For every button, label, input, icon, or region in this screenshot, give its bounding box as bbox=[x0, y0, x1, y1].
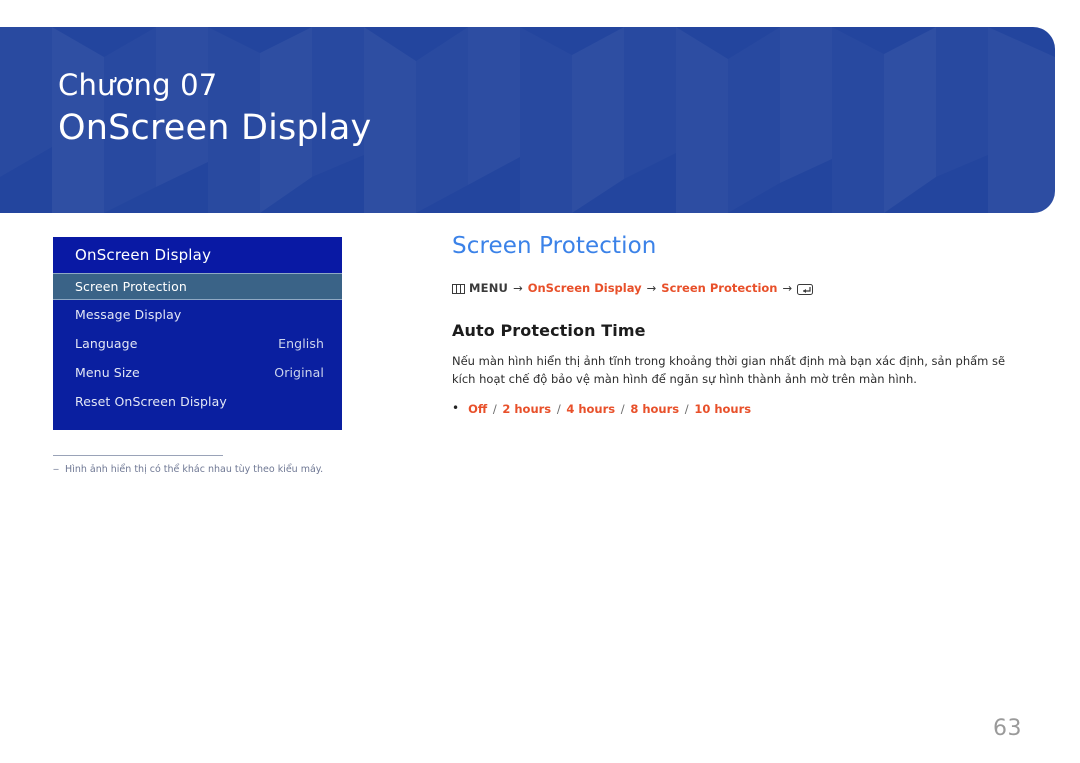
bullet-icon: • bbox=[452, 401, 460, 416]
osd-row-language[interactable]: Language English bbox=[53, 329, 342, 358]
breadcrumb-menu-label: MENU bbox=[469, 281, 509, 296]
osd-row-value: English bbox=[278, 336, 324, 351]
option-values: Off / 2 hours / 4 hours / 8 hours / 10 h… bbox=[468, 401, 751, 417]
chapter-banner: Chương 07 OnScreen Display bbox=[0, 27, 1055, 213]
option-value-8-hours[interactable]: 8 hours bbox=[630, 402, 679, 416]
option-separator: / bbox=[684, 402, 689, 417]
osd-row-label: Menu Size bbox=[75, 365, 140, 380]
chapter-label: Chương 07 bbox=[58, 68, 218, 102]
content-column: Screen Protection MENU → OnScreen Displa… bbox=[452, 233, 1032, 418]
body-paragraph: Nếu màn hình hiển thị ảnh tĩnh trong kho… bbox=[452, 353, 1006, 386]
breadcrumb-arrow-3: → bbox=[782, 281, 793, 296]
breadcrumb-arrow-1: → bbox=[513, 281, 523, 296]
option-separator: / bbox=[620, 402, 625, 417]
footnote-text: Hình ảnh hiển thị có thể khác nhau tùy t… bbox=[65, 464, 324, 475]
breadcrumb: MENU → OnScreen Display → Screen Protect… bbox=[452, 283, 1032, 295]
option-value-off[interactable]: Off bbox=[468, 402, 487, 416]
osd-row-menu-size[interactable]: Menu Size Original bbox=[53, 358, 342, 387]
footnote-block: ‒ Hình ảnh hiển thị có thể khác nhau tùy… bbox=[53, 455, 383, 477]
breadcrumb-arrow-2: → bbox=[646, 281, 657, 296]
option-value-10-hours[interactable]: 10 hours bbox=[694, 402, 751, 416]
section-title: Screen Protection bbox=[452, 233, 657, 259]
osd-row-message-display[interactable]: Message Display bbox=[53, 300, 342, 329]
osd-row-reset-onscreen-display[interactable]: Reset OnScreen Display bbox=[53, 387, 342, 416]
osd-menu-list: Screen Protection Message Display Langua… bbox=[53, 273, 342, 430]
osd-menu-header: OnScreen Display bbox=[53, 237, 342, 273]
breadcrumb-link-onscreen-display[interactable]: OnScreen Display bbox=[528, 283, 642, 295]
menu-icon bbox=[452, 284, 465, 295]
osd-row-screen-protection[interactable]: Screen Protection bbox=[53, 273, 342, 300]
osd-row-label: Language bbox=[75, 336, 138, 351]
osd-row-label: Screen Protection bbox=[75, 279, 187, 294]
osd-row-label: Message Display bbox=[75, 307, 182, 322]
subsection-title: Auto Protection Time bbox=[452, 320, 646, 340]
enter-key-icon bbox=[797, 283, 814, 295]
option-separator: / bbox=[492, 402, 497, 417]
osd-row-label: Reset OnScreen Display bbox=[75, 394, 227, 409]
page-number: 63 bbox=[993, 716, 1022, 741]
option-separator: / bbox=[556, 402, 561, 417]
breadcrumb-link-screen-protection[interactable]: Screen Protection bbox=[661, 283, 777, 295]
option-list: • Off / 2 hours / 4 hours / 8 hours / 10… bbox=[452, 401, 1032, 417]
footnote: ‒ Hình ảnh hiển thị có thể khác nhau tùy… bbox=[53, 464, 383, 477]
osd-row-value: Original bbox=[274, 365, 324, 380]
osd-menu-screenshot: OnScreen Display Screen Protection Messa… bbox=[53, 237, 342, 430]
footnote-dash: ‒ bbox=[53, 464, 60, 475]
option-value-2-hours[interactable]: 2 hours bbox=[502, 402, 551, 416]
banner-text-block: Chương 07 OnScreen Display bbox=[58, 71, 371, 146]
chapter-title: OnScreen Display bbox=[58, 108, 372, 148]
option-list-item: • Off / 2 hours / 4 hours / 8 hours / 10… bbox=[452, 401, 1032, 417]
option-value-4-hours[interactable]: 4 hours bbox=[566, 402, 615, 416]
footnote-divider bbox=[53, 455, 223, 456]
